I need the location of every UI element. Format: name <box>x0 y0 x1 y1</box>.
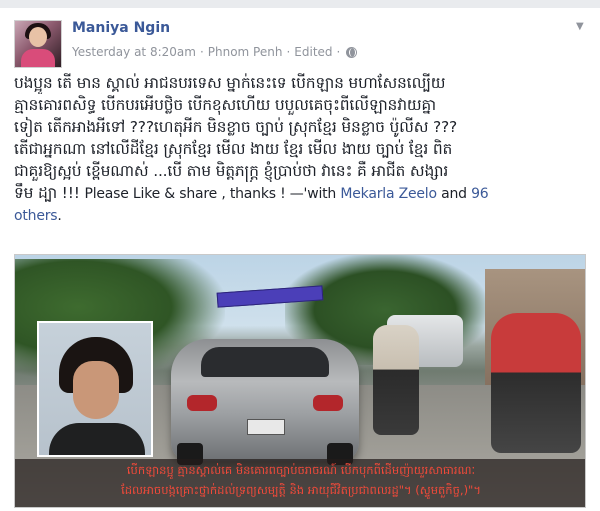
post-meta: Yesterday at 8:20am · Phnom Penh · Edite… <box>72 45 358 59</box>
post-line-english: Please Like & share , thanks ! —'with <box>84 186 341 202</box>
tag-and-text: and <box>436 186 472 202</box>
post-text: បងប្អូន តើ មាន ស្គាល់ អាជនបរទេស ម្នាក់នេ… <box>14 72 586 226</box>
post-line-with-tags: ទឹម ដ្បា !!! Please Like & share , thank… <box>14 182 586 204</box>
edited-label[interactable]: Edited <box>294 45 332 59</box>
avatar-face <box>29 27 47 47</box>
post-line: ជាគួរឱ្យស្អប់ ខ្ពើមណាស់ ...បើ តាម មិត្តភ… <box>14 162 449 180</box>
post-line: ទៀត តើកអាងអីទៅ ???ហេតុអីក មិនខ្លាច ច្បាប… <box>14 118 458 136</box>
photo-inset-portrait <box>37 321 153 457</box>
author-avatar[interactable] <box>14 20 62 68</box>
car-taillight <box>313 395 343 411</box>
photo-caption-line: ដែលអាចបង្កគ្រោះថ្នាក់ដល់ទ្រព្យសម្បត្តិ ន… <box>121 483 481 497</box>
top-bar <box>0 0 600 8</box>
post-line: តើជាអ្នកណា នៅលើដីខ្មែរ ស្រុកខ្មែរ មើល ងា… <box>14 140 453 158</box>
post-line-tags-cont: others. <box>14 204 586 226</box>
post-photo[interactable]: បើកឡានប្អូ គ្មានស្គាល់គេ មិនគោរពច្បាប់ចរ… <box>14 254 586 508</box>
tagged-others-link[interactable]: others <box>14 208 58 224</box>
avatar-body <box>21 49 55 67</box>
post-location[interactable]: Phnom Penh <box>208 45 283 59</box>
author-name[interactable]: Maniya Ngin <box>72 20 170 36</box>
car-license-plate <box>247 419 285 435</box>
globe-icon[interactable] <box>346 46 358 58</box>
post-line: បងប្អូន តើ មាន ស្គាល់ អាជនបរទេស ម្នាក់នេ… <box>14 74 446 92</box>
portrait-face <box>73 361 119 419</box>
meta-separator: · <box>336 45 341 59</box>
portrait-shirt <box>49 423 145 455</box>
tagged-user-link[interactable]: Mekarla Zeelo <box>340 186 437 202</box>
post-line-khmer: ទឹម ដ្បា !!! <box>14 184 85 202</box>
post-line: គ្មានគោរពសិទ្ធ បើកបរអើបថ្លិច បើកខុសហើយ ប… <box>14 96 436 114</box>
photo-caption-line: បើកឡានប្អូ គ្មានស្គាល់គេ មិនគោរពច្បាប់ចរ… <box>126 463 476 477</box>
chevron-down-icon[interactable]: ▼ <box>576 22 586 32</box>
post-timestamp[interactable]: Yesterday at 8:20am <box>72 45 196 59</box>
meta-separator: · <box>286 45 291 59</box>
photo-motorbike <box>491 313 581 453</box>
car-window <box>201 347 329 377</box>
photo-motorbike <box>373 325 419 435</box>
tagged-others-count-link[interactable]: 96 <box>471 186 489 202</box>
car-taillight <box>187 395 217 411</box>
tag-end-punct: . <box>57 208 62 224</box>
meta-separator: · <box>199 45 204 59</box>
photo-sports-car <box>171 339 359 465</box>
